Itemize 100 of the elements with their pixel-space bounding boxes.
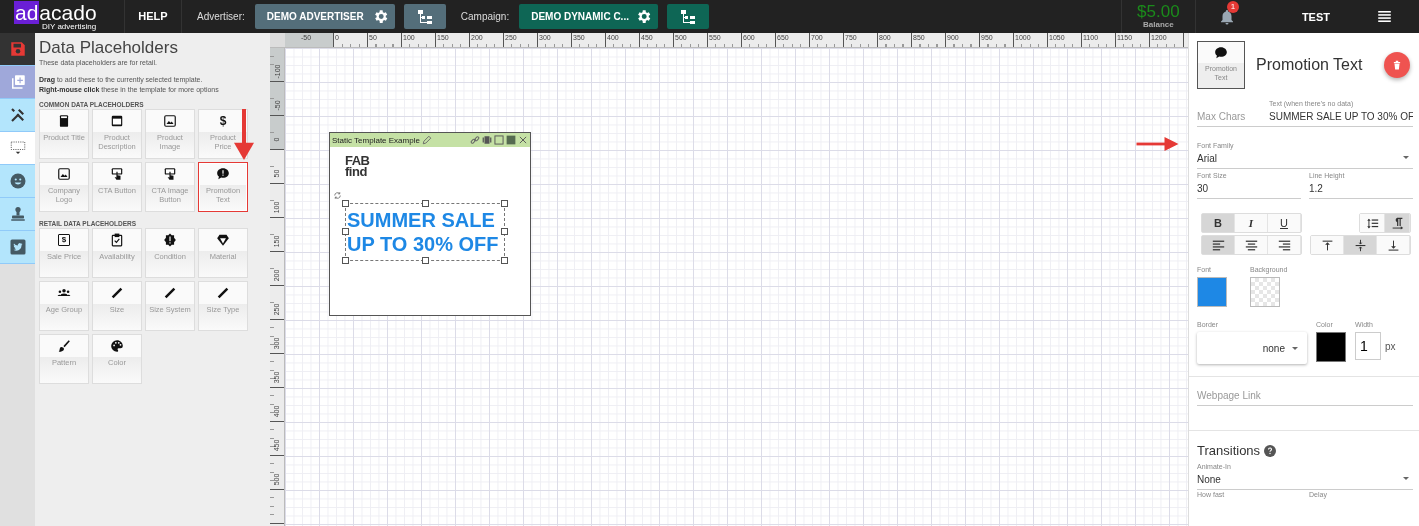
max-chars-input[interactable]: Max Chars [1197,108,1269,127]
rotate-handle-icon[interactable] [333,191,342,200]
italic-button[interactable]: I [1235,214,1268,232]
pencil-icon[interactable] [421,135,432,145]
template-title: Static Template Example [332,135,420,145]
align-left-button[interactable] [1202,236,1235,254]
border-width-input[interactable]: 1 [1355,332,1381,360]
line-spacing-icon [1365,216,1379,230]
advertiser-label: Advertiser: [197,11,245,22]
condition-icon [163,233,177,247]
default-text-input[interactable]: SUMMER SALE UP TO 30% OF [1269,108,1413,127]
bold-button[interactable]: B [1202,214,1235,232]
twitter-icon [8,238,27,256]
align-right-icon [1277,238,1291,252]
ruler-icon [110,286,124,300]
palette-icon [110,339,124,353]
help-icon[interactable] [1264,444,1277,457]
balance-label: Balance [1143,20,1174,29]
sidebar-tab[interactable] [0,198,35,231]
valign-top-icon [1320,238,1334,252]
element-title: Promotion Text [1256,56,1364,74]
description-icon [110,114,124,128]
panel-title: Data Placeholders [39,38,179,58]
image-icon [163,114,177,128]
ruler-icon [216,286,230,300]
font-size-input[interactable]: 30 [1197,180,1301,199]
menu-icon[interactable] [1378,11,1391,22]
promotion-icon [216,167,230,181]
align-center-icon [1244,238,1258,252]
align-center-button[interactable] [1235,236,1268,254]
sidebar-tab[interactable] [0,33,35,66]
hierarchy-button[interactable] [667,4,710,29]
paragraph-button[interactable] [1385,214,1410,232]
square-filled-icon[interactable] [506,135,516,145]
material-icon [216,233,230,247]
line-spacing-button[interactable] [1360,214,1385,232]
valign-middle-button[interactable] [1344,236,1377,254]
sidebar-tab[interactable] [0,231,35,264]
caret-icon [1292,347,1298,350]
annotation-arrow [234,109,254,160]
emoji-icon [8,172,27,190]
background-color-swatch[interactable] [1250,277,1280,307]
valign-middle-icon [1353,238,1367,252]
resize-handle[interactable] [501,200,508,207]
webpage-link-input[interactable]: Webpage Link [1197,387,1413,406]
banknote-icon: $ [57,234,71,246]
save-icon [8,40,27,58]
placeholder-icon [8,139,27,157]
underline-button[interactable]: U [1268,214,1301,232]
availability-icon [110,233,124,247]
hierarchy-icon [680,8,697,25]
hierarchy-button[interactable] [403,4,446,29]
section-heading: Transitions [1197,443,1261,458]
font-color-swatch[interactable] [1197,277,1227,307]
carousel-icon[interactable] [482,135,492,145]
ruler-icon [163,286,177,300]
align-right-button[interactable] [1268,236,1301,254]
resize-handle[interactable] [342,228,349,235]
balance-amount: $5.00 [1137,4,1180,20]
valign-bottom-icon [1386,238,1400,252]
hierarchy-icon [416,8,433,25]
border-style-select[interactable]: none [1197,332,1307,364]
resize-handle[interactable] [342,200,349,207]
paragraph-icon [1390,216,1404,230]
resize-handle[interactable] [342,257,349,264]
title-icon [57,114,71,128]
resize-handle[interactable] [422,200,429,207]
dollar-icon: $ [219,115,227,127]
sidebar-tab[interactable] [0,99,35,132]
brush-icon [57,339,71,353]
user-menu[interactable]: TEST [1301,10,1330,23]
campaign-label: Campaign: [460,11,510,22]
brand-logo: FAB find [345,155,370,177]
close-icon[interactable] [518,135,528,145]
campaign-button[interactable]: DEMO DYNAMIC C... [519,4,659,29]
cta-icon [110,167,124,181]
valign-bottom-button[interactable] [1377,236,1410,254]
template-window[interactable]: Static Template Example FAB find SUMMER SALE UP TO 30% OFF [329,132,531,316]
resize-handle[interactable] [422,257,429,264]
resize-handle[interactable] [501,257,508,264]
settings-icon [635,8,653,25]
unit-label: px [1385,340,1396,352]
link-icon[interactable] [470,135,480,145]
sidebar-tab[interactable] [0,165,35,198]
caret-icon [1403,156,1409,159]
resize-handle[interactable] [501,228,508,235]
align-left-icon [1211,238,1225,252]
trash-icon [1392,60,1402,70]
image-icon [57,167,71,181]
valign-top-button[interactable] [1311,236,1344,254]
notification-badge: 1 [1226,0,1239,13]
advertiser-button[interactable]: DEMO ADVERTISER [254,4,395,29]
caret-icon [1403,477,1409,480]
square-outline-icon[interactable] [494,135,504,145]
line-height-input[interactable]: 1.2 [1309,180,1413,199]
speech-bubble-icon [1214,46,1228,60]
cta-icon [163,167,177,181]
delete-button[interactable] [1384,52,1410,78]
stamp-icon [8,205,27,223]
border-color-swatch[interactable] [1316,332,1346,362]
